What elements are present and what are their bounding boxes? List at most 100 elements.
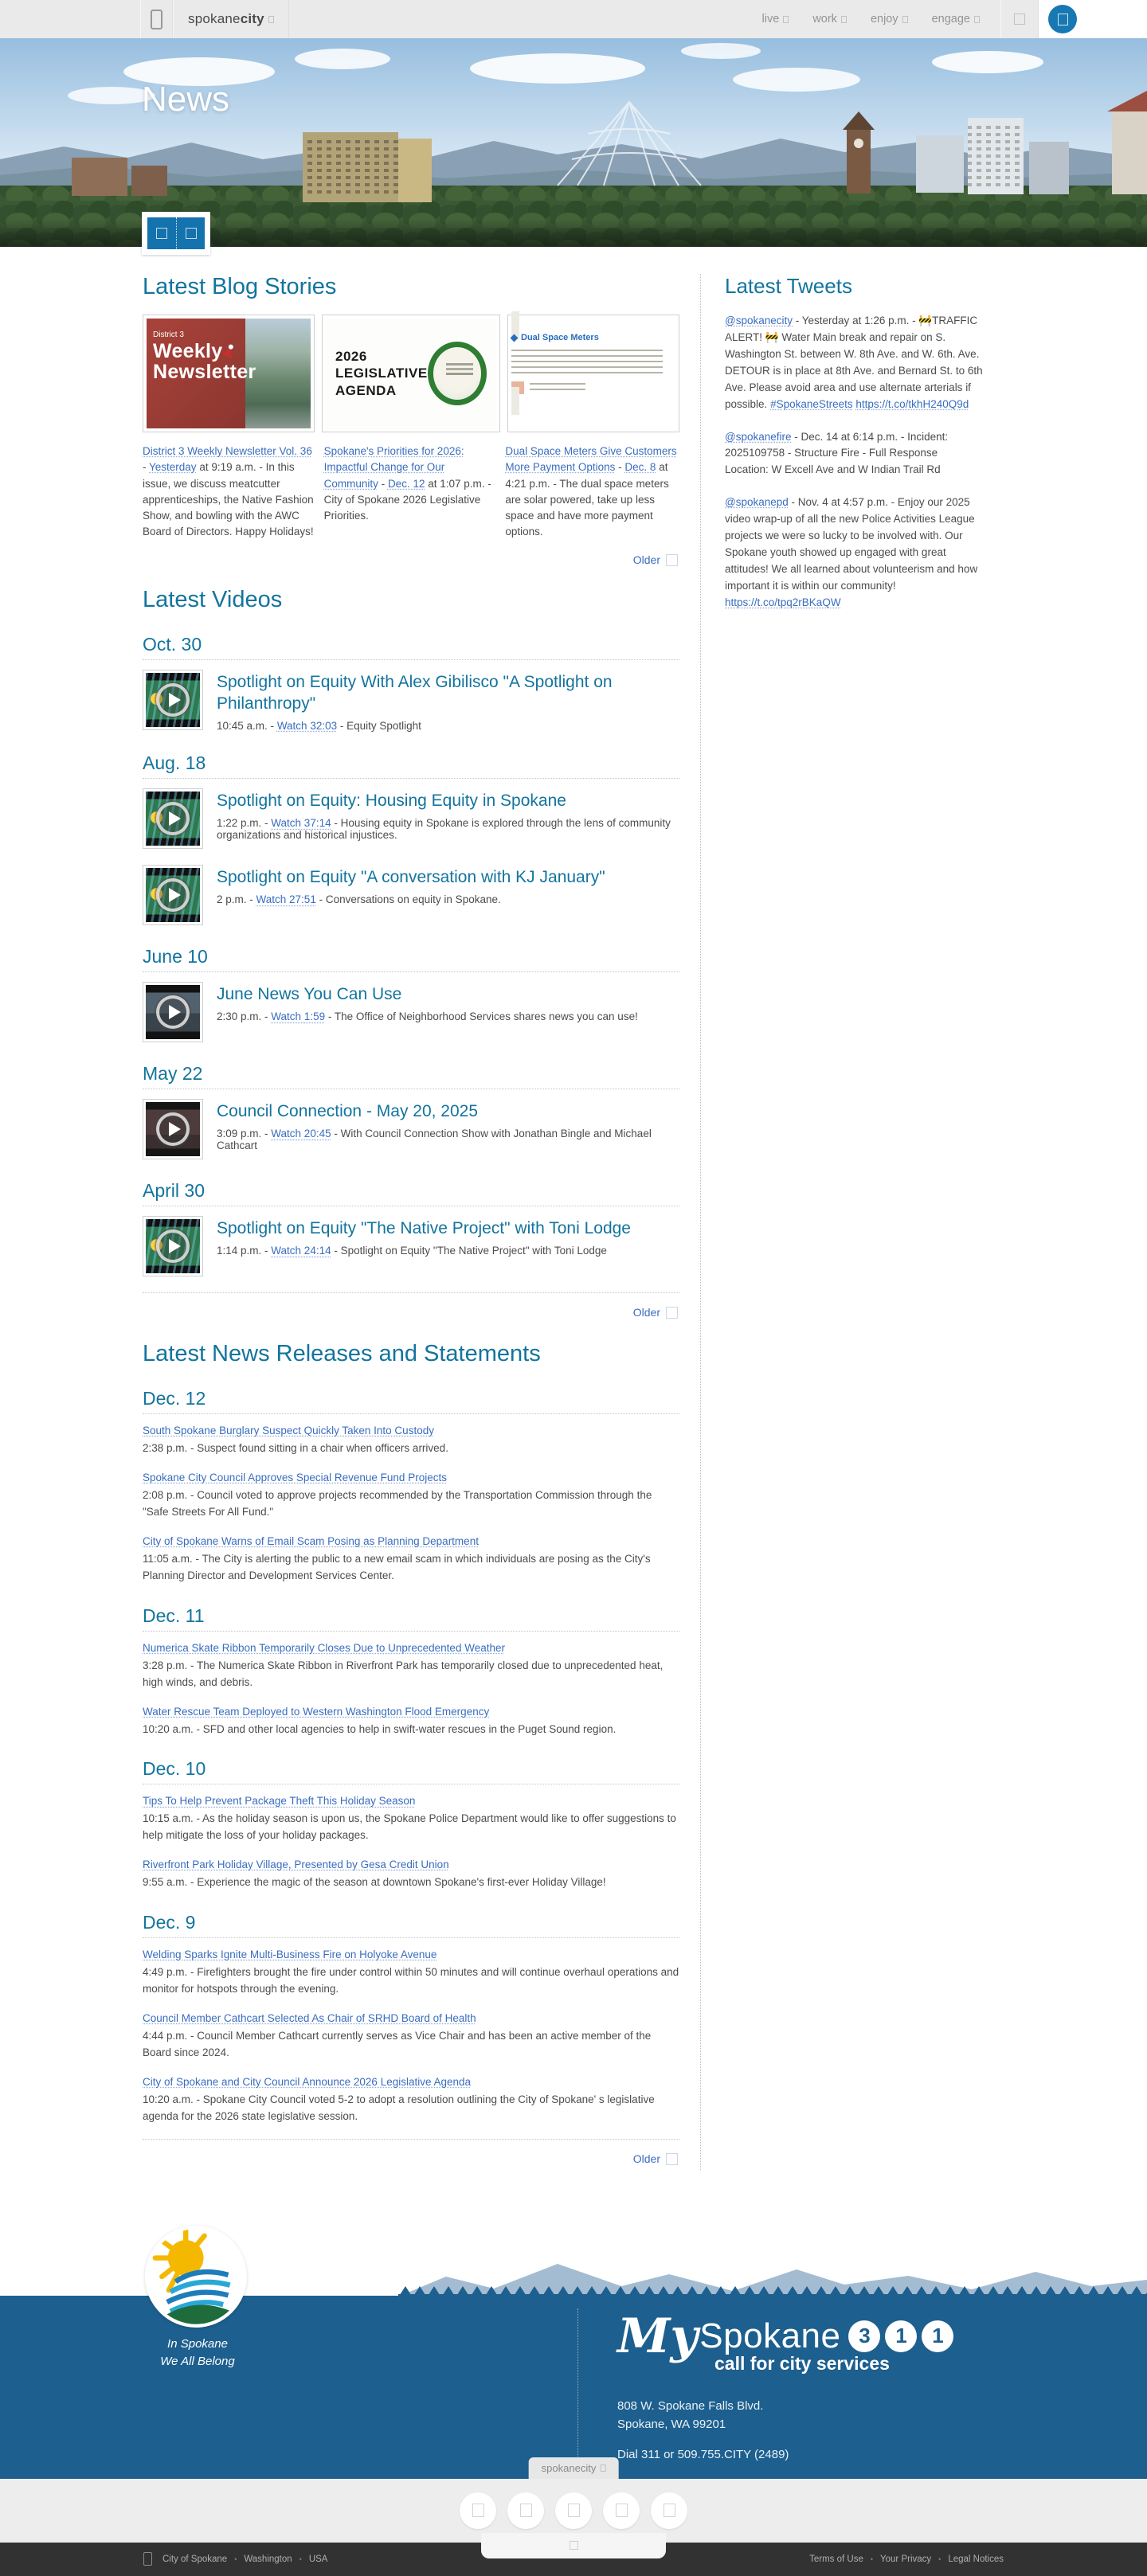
video-date-group: June 10 June News You Can Use 2:30 p.m. … xyxy=(143,946,679,1043)
video-title-link[interactable]: Spotlight on Equity "A conversation with… xyxy=(217,866,605,888)
tweet-url-link[interactable]: https://t.co/tkhH240Q9d xyxy=(855,398,969,410)
play-icon xyxy=(143,983,202,1042)
watch-link[interactable]: Watch 1:59 xyxy=(271,1010,325,1022)
video-thumbnail[interactable] xyxy=(143,982,203,1043)
instagram-button[interactable] xyxy=(555,2492,592,2529)
news-title-link[interactable]: Spokane City Council Approves Special Re… xyxy=(143,1472,447,1483)
legal-notices-link[interactable]: Legal Notices xyxy=(948,2555,1004,2564)
chevron-down-icon xyxy=(902,15,908,23)
video-thumbnail[interactable] xyxy=(143,788,203,850)
video-item: Spotlight on Equity With Alex Gibilisco … xyxy=(143,669,679,732)
terms-of-use-link[interactable]: Terms of Use xyxy=(809,2555,863,2564)
instagram-icon xyxy=(567,2504,580,2518)
video-title-link[interactable]: Spotlight on Equity With Alex Gibilisco … xyxy=(217,671,679,715)
watch-link[interactable]: Watch 32:03 xyxy=(277,720,337,732)
older-blog-link[interactable]: Older xyxy=(633,553,660,566)
nextdoor-icon xyxy=(663,2504,675,2518)
logo-link[interactable]: spokanecity xyxy=(173,0,289,38)
older-videos-row: Older xyxy=(144,1306,678,1319)
video-group-date: June 10 xyxy=(143,946,208,967)
myspokane-311-logo: My Spokane 3 1 1 xyxy=(617,2312,954,2360)
news-title-link[interactable]: Council Member Cathcart Selected As Chai… xyxy=(143,2012,476,2024)
email-subscribe-button[interactable] xyxy=(176,217,205,249)
tweet-url-link[interactable]: https://t.co/tpq2rBKaQW xyxy=(725,596,841,608)
nav-engage[interactable]: engage xyxy=(932,13,980,25)
news-title-link[interactable]: Welding Sparks Ignite Multi-Business Fir… xyxy=(143,1949,436,1960)
subscribe-box xyxy=(142,212,210,255)
nextdoor-button[interactable] xyxy=(651,2492,687,2529)
mobile-app-button[interactable] xyxy=(140,0,173,38)
bottom-bar-left: City of Spokane • Washington • USA xyxy=(143,2552,327,2566)
blog-story-date-link[interactable]: Dec. 8 xyxy=(624,461,656,473)
tweet: @spokanepd - Nov. 4 at 4:57 p.m. - Enjoy… xyxy=(725,496,978,608)
news-title-link[interactable]: Tips To Help Prevent Package Theft This … xyxy=(143,1795,415,1807)
facebook-button[interactable] xyxy=(460,2492,496,2529)
your-privacy-link[interactable]: Your Privacy xyxy=(880,2555,931,2564)
search-button[interactable] xyxy=(1000,0,1039,38)
news-title-link[interactable]: Water Rescue Team Deployed to Western Wa… xyxy=(143,1706,489,1718)
video-thumbnail[interactable] xyxy=(143,865,203,926)
collapse-footer-tab[interactable] xyxy=(481,2532,666,2558)
blog-card-legislative-agenda[interactable]: 2026 LEGISLATIVE AGENDA xyxy=(322,315,500,432)
city-of-spokane-link[interactable]: City of Spokane xyxy=(162,2555,227,2564)
video-date-group: May 22 Council Connection - May 20, 2025… xyxy=(143,1063,679,1160)
map-legend-swatch xyxy=(511,381,524,394)
video-group-date: May 22 xyxy=(143,1063,203,1085)
nav-work[interactable]: work xyxy=(812,13,847,25)
rss-button[interactable] xyxy=(147,217,176,249)
chevron-down-icon xyxy=(783,15,789,23)
news-item: City of Spokane and City Council Announc… xyxy=(143,2075,655,2122)
news-title-link[interactable]: City of Spokane Warns of Email Scam Posi… xyxy=(143,1535,479,1547)
older-videos-link[interactable]: Older xyxy=(633,1306,660,1319)
older-arrow-icon xyxy=(666,1307,678,1319)
video-title-link[interactable]: Spotlight on Equity: Housing Equity in S… xyxy=(217,790,679,811)
watch-link[interactable]: Watch 24:14 xyxy=(271,1245,331,1257)
news-title-link[interactable]: Numerica Skate Ribbon Temporarily Closes… xyxy=(143,1642,505,1654)
city-logo-block: In Spokane We All Belong xyxy=(145,2225,250,2371)
blog-story-date-link[interactable]: Dec. 12 xyxy=(388,478,425,490)
news-group-date: Dec. 11 xyxy=(143,1605,205,1626)
spokanecity-footer-tab[interactable]: spokanecity xyxy=(528,2457,619,2479)
hero-banner: News xyxy=(0,38,1147,255)
twitter-button[interactable] xyxy=(507,2492,544,2529)
latest-videos-section: Latest Videos Oct. 30 Spotlight on Equit… xyxy=(143,587,679,1319)
nav-enjoy[interactable]: enjoy xyxy=(871,13,908,25)
profile-button[interactable] xyxy=(1048,5,1077,33)
watch-link[interactable]: Watch 27:51 xyxy=(256,893,316,905)
tweet: @spokanefire - Dec. 14 at 6:14 p.m. - In… xyxy=(725,430,949,476)
video-title-link[interactable]: Spotlight on Equity "The Native Project"… xyxy=(217,1218,631,1239)
washington-link[interactable]: Washington xyxy=(244,2555,292,2564)
blog-story-link[interactable]: District 3 Weekly Newsletter Vol. 36 xyxy=(143,445,312,457)
video-item: Spotlight on Equity "The Native Project"… xyxy=(143,1216,679,1277)
video-title-link[interactable]: June News You Can Use xyxy=(217,983,638,1005)
nav-live[interactable]: live xyxy=(762,13,789,25)
blog-card-newsletter[interactable]: District 3 Weekly Newsletter xyxy=(143,315,315,432)
news-title-link[interactable]: South Spokane Burglary Suspect Quickly T… xyxy=(143,1425,434,1437)
blog-story-date-link[interactable]: Yesterday xyxy=(149,461,197,473)
news-item: Welding Sparks Ignite Multi-Business Fir… xyxy=(143,1949,679,1996)
diamond-icon xyxy=(510,334,519,342)
usa-link[interactable]: USA xyxy=(309,2555,328,2564)
video-thumbnail[interactable] xyxy=(143,1099,203,1160)
video-title-link[interactable]: Council Connection - May 20, 2025 xyxy=(217,1100,679,1122)
youtube-button[interactable] xyxy=(603,2492,640,2529)
video-thumbnail[interactable] xyxy=(143,669,203,730)
video-date-group: Aug. 18 Spotlight on Equity: Housing Equ… xyxy=(143,752,679,926)
chevron-down-icon xyxy=(840,15,847,23)
email-icon xyxy=(185,228,197,239)
tweet-hashtag-link[interactable]: #SpokaneStreets xyxy=(770,398,853,410)
tweet-handle-link[interactable]: @spokanecity xyxy=(725,315,793,326)
rss-icon xyxy=(156,228,167,239)
site-header: spokanecity live work enjoy engage xyxy=(0,0,1147,38)
tweet-handle-link[interactable]: @spokanefire xyxy=(725,431,792,443)
older-news-link[interactable]: Older xyxy=(633,2152,660,2165)
video-thumbnail[interactable] xyxy=(143,1216,203,1277)
watch-link[interactable]: Watch 37:14 xyxy=(271,817,331,829)
blog-card-dual-space-meters[interactable]: Dual Space Meters xyxy=(507,311,679,432)
news-title-link[interactable]: City of Spokane and City Council Announc… xyxy=(143,2076,471,2088)
watch-link[interactable]: Watch 20:45 xyxy=(271,1128,331,1139)
tweet-handle-link[interactable]: @spokanepd xyxy=(725,496,789,508)
blog-story: Dual Space Meters Give Customers More Pa… xyxy=(505,445,677,538)
chevron-up-icon xyxy=(600,2464,606,2472)
news-title-link[interactable]: Riverfront Park Holiday Village, Present… xyxy=(143,1859,449,1870)
